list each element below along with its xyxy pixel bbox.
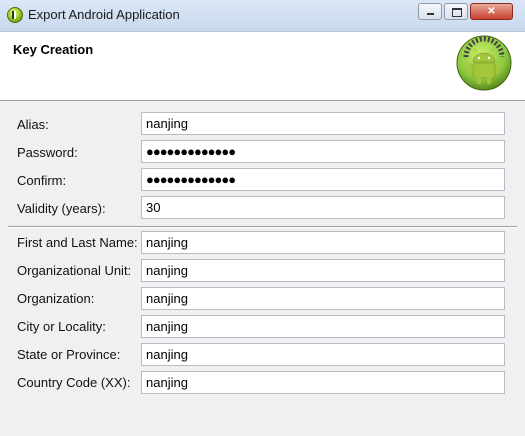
org-unit-label: Organizational Unit: xyxy=(17,263,132,278)
confirm-label: Confirm: xyxy=(17,173,67,188)
name-label: First and Last Name: xyxy=(17,235,138,250)
password-label: Password: xyxy=(17,145,78,160)
alias-label: Alias: xyxy=(17,117,49,132)
organization-field[interactable]: nanjing xyxy=(141,287,505,310)
window-title: Export Android Application xyxy=(28,7,180,22)
android-logo-icon xyxy=(456,35,512,91)
wizard-header: Key Creation xyxy=(0,32,525,101)
password-field[interactable]: ●●●●●●●●●●●●● xyxy=(141,140,505,163)
close-button[interactable]: ✕ xyxy=(470,3,513,20)
organization-label: Organization: xyxy=(17,291,95,306)
minimize-button[interactable] xyxy=(418,3,442,20)
organizational-unit-field[interactable]: nanjing xyxy=(141,259,505,282)
alias-field[interactable]: nanjing xyxy=(141,112,505,135)
validity-field[interactable]: 30 xyxy=(141,196,505,219)
first-last-name-field[interactable]: nanjing xyxy=(141,231,505,254)
maximize-button[interactable] xyxy=(444,3,468,20)
state-label: State or Province: xyxy=(17,347,121,362)
city-field[interactable]: nanjing xyxy=(141,315,505,338)
validity-label: Validity (years): xyxy=(17,201,106,216)
eclipse-app-icon xyxy=(7,7,23,23)
form-area: Alias: nanjing Password: ●●●●●●●●●●●●● C… xyxy=(0,101,525,436)
country-label: Country Code (XX): xyxy=(17,375,131,390)
confirm-password-field[interactable]: ●●●●●●●●●●●●● xyxy=(141,168,505,191)
country-code-field[interactable]: nanjing xyxy=(141,371,505,394)
state-field[interactable]: nanjing xyxy=(141,343,505,366)
page-title: Key Creation xyxy=(13,42,94,57)
separator xyxy=(8,226,517,228)
title-bar: Export Android Application ✕ xyxy=(0,0,525,32)
city-label: City or Locality: xyxy=(17,319,106,334)
